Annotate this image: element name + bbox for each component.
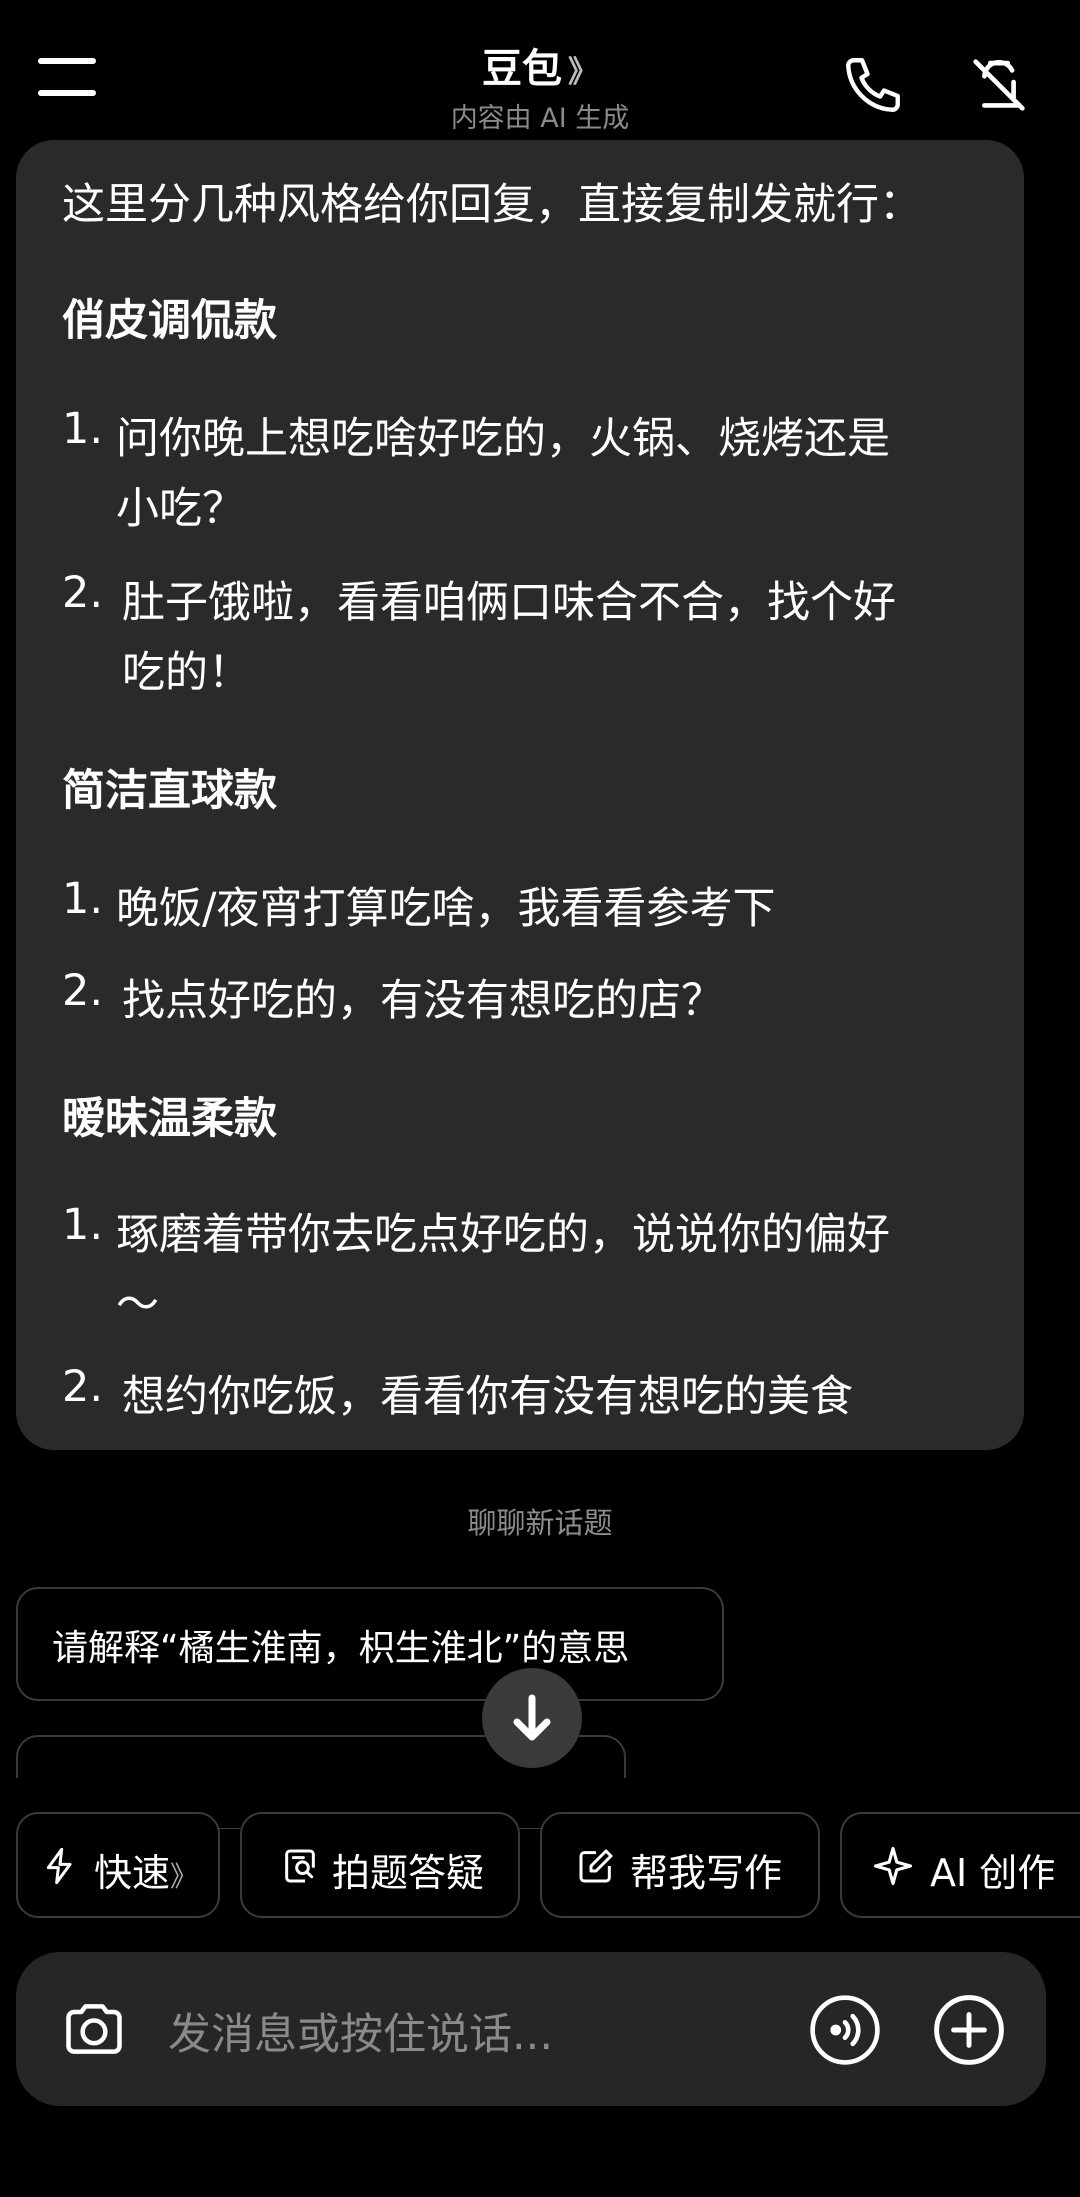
- chip-ai-create[interactable]: AI 创作: [840, 1812, 1080, 1918]
- edit-icon: [579, 1849, 613, 1883]
- scroll-down-button[interactable]: [482, 1668, 582, 1768]
- phone-icon[interactable]: [840, 52, 906, 118]
- chip-help-write[interactable]: 帮我写作: [540, 1812, 820, 1918]
- list-item-text: 晚饭/夜宵打算吃啥，我看看参考下: [116, 884, 776, 934]
- list-item-text: 问你晚上想吃啥好吃的，火锅、烧烤还是: [116, 414, 890, 464]
- chip-fast-mode[interactable]: 快速》: [16, 1812, 220, 1918]
- chip-label: 帮我写作: [630, 1851, 783, 1895]
- list-item-text: 吃的！: [122, 648, 251, 698]
- assistant-name: 豆包: [482, 46, 562, 92]
- suggestion-button[interactable]: 请解释“橘生淮南，枳生淮北”的意思: [16, 1587, 724, 1701]
- list-item-text: ～: [116, 1280, 159, 1330]
- assistant-message-bubble: 这里分几种风格给你回复，直接复制发就行： 俏皮调侃款 1. 问你晚上想吃啥好吃的…: [16, 140, 1024, 1450]
- camera-icon[interactable]: [58, 1995, 130, 2063]
- list-item-text: 小吃？: [116, 484, 245, 534]
- new-topic-label: 聊聊新话题: [467, 1506, 613, 1540]
- list-number: 2.: [62, 1362, 104, 1412]
- list-number: 2.: [62, 966, 104, 1016]
- list-item-text: 琢磨着带你去吃点好吃的，说说你的偏好: [116, 1210, 890, 1260]
- suggestion-text: 请解释“橘生淮南，枳生淮北”的意思: [52, 1628, 630, 1669]
- title-chevron-icon: 》: [568, 55, 598, 90]
- page-title[interactable]: 豆包》: [0, 36, 1080, 94]
- section-heading: 俏皮调侃款: [62, 296, 277, 346]
- plus-icon[interactable]: [932, 1993, 1006, 2067]
- message-input[interactable]: 发消息或按住说话...: [168, 2000, 553, 2062]
- list-number: 2.: [62, 568, 104, 618]
- list-item-text: 肚子饿啦，看看咱俩口味合不合，找个好: [122, 578, 896, 628]
- list-number: 1.: [62, 404, 104, 454]
- message-intro: 这里分几种风格给你回复，直接复制发就行：: [62, 180, 922, 230]
- list-number: 1.: [62, 1200, 104, 1250]
- photo-question-icon: [285, 1849, 315, 1883]
- list-item-text: 想约你吃饭，看看你有没有想吃的美食: [122, 1372, 853, 1422]
- section-heading: 暧昧温柔款: [62, 1094, 277, 1144]
- lightning-icon: [46, 1847, 72, 1885]
- chip-label: 快速》: [94, 1851, 199, 1895]
- mute-icon[interactable]: [964, 50, 1034, 120]
- sparkle-icon: [873, 1846, 913, 1886]
- chip-label: 拍题答疑: [332, 1851, 485, 1895]
- chip-photo-question[interactable]: 拍题答疑: [240, 1812, 520, 1918]
- arrow-down-icon: [513, 1694, 551, 1741]
- section-heading: 简洁直球款: [62, 766, 277, 816]
- list-number: 1.: [62, 874, 104, 924]
- voice-icon[interactable]: [808, 1993, 882, 2067]
- list-item-text: 找点好吃的，有没有想吃的店？: [122, 976, 724, 1026]
- chip-label: AI 创作: [930, 1851, 1056, 1895]
- ai-generated-notice: 内容由 AI 生成: [450, 103, 630, 134]
